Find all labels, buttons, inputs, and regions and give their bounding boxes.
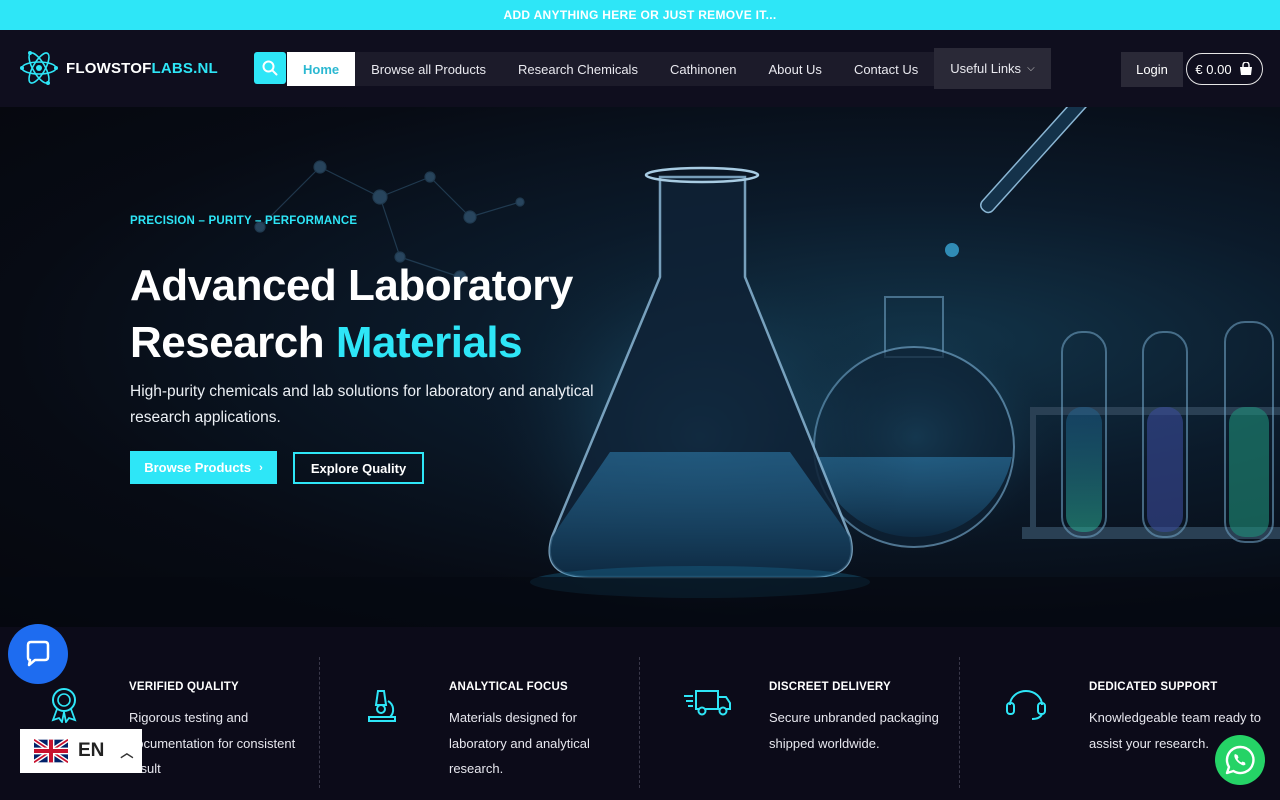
feature-title: VERIFIED QUALITY xyxy=(129,681,239,693)
nav-home[interactable]: Home xyxy=(287,52,356,86)
feature-discreet-delivery: DISCREET DELIVERY Secure unbranded packa… xyxy=(640,657,960,787)
site-logo[interactable]: FLOWSTOFLABS.NL xyxy=(18,50,218,86)
shopping-bag-icon xyxy=(1239,62,1252,75)
announcement-bar: ADD ANYTHING HERE OR JUST REMOVE IT... xyxy=(0,0,1280,30)
browse-products-button[interactable]: Browse Products › xyxy=(130,451,277,484)
hero-banner: PRECISION – PURITY – PERFORMANCE Advance… xyxy=(0,107,1280,627)
chevron-down-icon: ⌵ xyxy=(1027,63,1035,74)
main-nav: Home Browse all Products Research Chemic… xyxy=(287,48,1051,89)
cart-button[interactable]: € 0.00 xyxy=(1186,53,1263,85)
feature-title: ANALYTICAL FOCUS xyxy=(449,681,568,693)
headline-line-2: Research Materials xyxy=(130,318,523,367)
search-icon xyxy=(262,60,278,76)
feature-title: DISCREET DELIVERY xyxy=(769,681,891,693)
headset-icon xyxy=(1006,690,1046,720)
live-chat-button[interactable] xyxy=(8,624,68,684)
award-badge-icon xyxy=(51,688,77,723)
uk-flag-icon xyxy=(34,739,68,763)
chevron-up-icon: ︿ xyxy=(120,744,134,760)
chat-icon xyxy=(26,640,50,667)
explore-quality-button[interactable]: Explore Quality xyxy=(293,452,424,484)
logo-text: FLOWSTOFLABS.NL xyxy=(66,59,218,77)
nav-about-us[interactable]: About Us xyxy=(752,52,837,86)
nav-useful-links-dropdown[interactable]: Useful Links ⌵ xyxy=(934,48,1051,89)
whatsapp-button[interactable] xyxy=(1215,735,1265,785)
useful-links-label: Useful Links xyxy=(950,61,1022,76)
language-switcher[interactable]: EN ︿ xyxy=(20,729,142,773)
feature-analytical-focus: ANALYTICAL FOCUS Materials designed for … xyxy=(320,657,640,787)
atom-logo-icon xyxy=(20,51,58,85)
microscope-icon xyxy=(368,690,396,722)
whatsapp-icon xyxy=(1225,745,1255,775)
hero-headline: Advanced Laboratory Research Materials xyxy=(130,257,573,371)
hero-eyebrow: PRECISION – PURITY – PERFORMANCE xyxy=(130,215,358,227)
announcement-text: ADD ANYTHING HERE OR JUST REMOVE IT... xyxy=(503,8,777,22)
feature-title: DEDICATED SUPPORT xyxy=(1089,681,1218,693)
hero-subtitle: High-purity chemicals and lab solutions … xyxy=(130,383,594,426)
features-strip: VERIFIED QUALITY Rigorous testing and do… xyxy=(0,627,1280,800)
delivery-truck-icon xyxy=(684,690,731,716)
nav-browse-all-products[interactable]: Browse all Products xyxy=(355,52,502,86)
chevron-right-icon: › xyxy=(259,461,263,474)
feature-description: Materials designed for laboratory and an… xyxy=(449,710,590,776)
headline-highlight: Materials xyxy=(335,318,523,367)
browse-products-label: Browse Products xyxy=(144,460,252,475)
feature-description: Rigorous testing and documentation for c… xyxy=(129,710,296,776)
login-button[interactable]: Login xyxy=(1121,52,1183,87)
language-code: EN xyxy=(78,740,105,761)
feature-description: Secure unbranded packaging shipped world… xyxy=(769,710,939,751)
nav-cathinonen[interactable]: Cathinonen xyxy=(654,52,753,86)
site-header: FLOWSTOFLABS.NL Home Browse all Products… xyxy=(0,30,1280,107)
nav-contact-us[interactable]: Contact Us xyxy=(838,52,934,86)
search-button[interactable] xyxy=(254,52,286,84)
nav-research-chemicals[interactable]: Research Chemicals xyxy=(502,52,654,86)
cart-total: € 0.00 xyxy=(1195,61,1232,77)
headline-line-1: Advanced Laboratory xyxy=(130,261,573,310)
